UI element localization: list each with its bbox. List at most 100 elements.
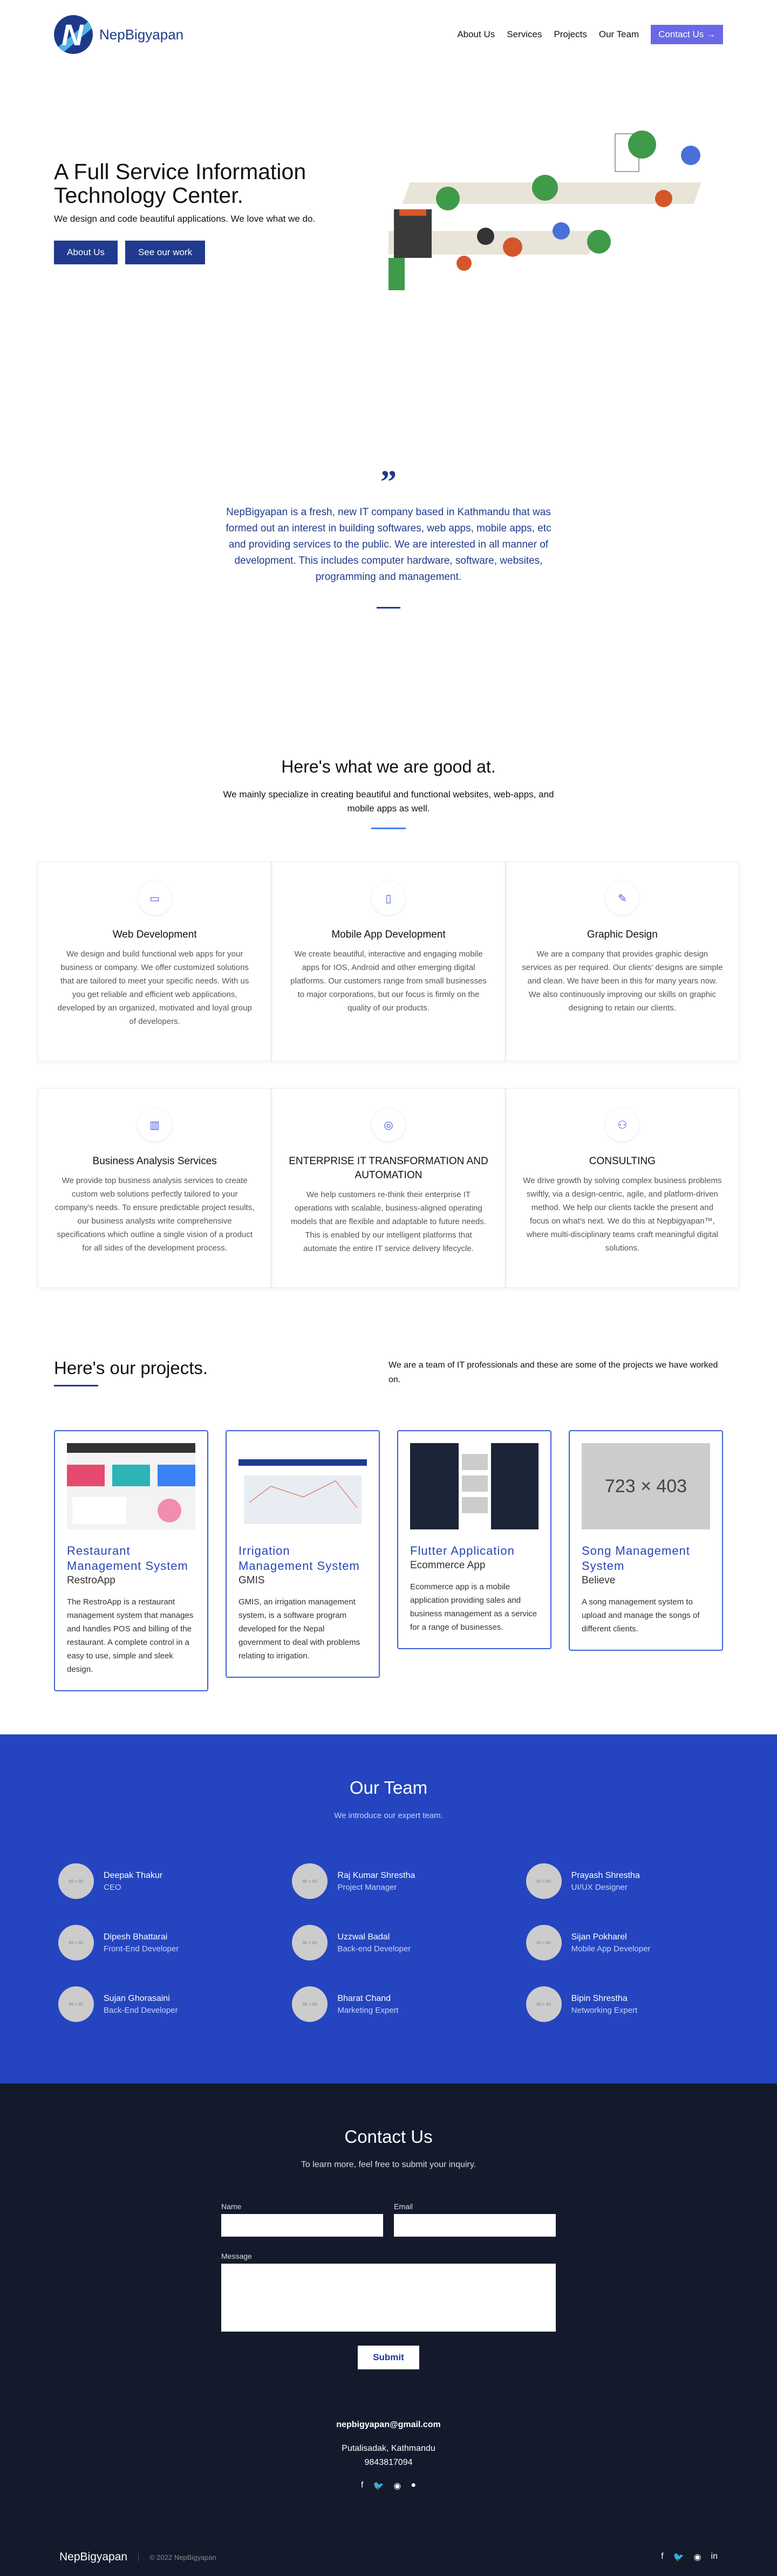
member-name: Deepak Thakur	[104, 1870, 163, 1880]
project-title: Song Management System	[582, 1544, 690, 1573]
team-member: 80 × 80 Uzzwal Badal Back-end Developer	[271, 1925, 505, 1960]
footer-brand[interactable]: NepBigyapan	[59, 2551, 127, 2564]
brand-name: NepBigyapan	[99, 26, 184, 43]
services-grid-row-1: ▭ Web Development We design and build func…	[38, 862, 739, 1061]
contact-form: Name Email Message Submit	[221, 2202, 556, 2369]
office-illustration	[388, 131, 701, 290]
about-us-button[interactable]: About Us	[54, 241, 118, 264]
target-icon: ◎	[371, 1108, 405, 1142]
team-grid: 80 × 80 Deepak Thakur CEO 80 × 80 Raj Kumar…	[38, 1863, 739, 2022]
instagram-icon[interactable]: ◉	[393, 2481, 401, 2491]
service-card: ▯ Mobile App Development We create beautif…	[271, 862, 506, 1061]
service-title: CONSULTING	[589, 1156, 656, 1167]
project-thumbnail	[67, 1443, 195, 1529]
email-field[interactable]	[394, 2214, 556, 2237]
avatar: 80 × 80	[58, 1986, 94, 2022]
project-card[interactable]: 723 × 403 Song Management System Believe…	[569, 1430, 723, 1651]
team-member: 80 × 80 Raj Kumar Shrestha Project Manager	[271, 1863, 505, 1899]
avatar: 80 × 80	[292, 1863, 328, 1899]
team-member: 80 × 80 Prayash Shrestha UI/UX Designer	[506, 1863, 739, 1899]
contact-email[interactable]: nepbigyapan@gmail.com	[0, 2418, 777, 2432]
avatar: 80 × 80	[58, 1863, 94, 1899]
member-role: Back-end Developer	[337, 1944, 411, 1953]
project-card[interactable]: Restaurant Management System RestroApp T…	[54, 1430, 208, 1691]
team-member: 80 × 80 Deepak Thakur CEO	[38, 1863, 271, 1899]
hero-subtitle: We design and code beautiful application…	[54, 214, 316, 224]
nav-team[interactable]: Our Team	[599, 29, 639, 40]
project-text: Ecommerce app is a mobile application pr…	[410, 1582, 537, 1632]
message-label: Message	[221, 2252, 252, 2260]
team-title: Our Team	[349, 1778, 428, 1798]
member-name: Sujan Ghorasaini	[104, 1993, 170, 2003]
project-thumbnail-placeholder: 723 × 403	[582, 1443, 710, 1529]
service-title: Web Development	[112, 929, 197, 940]
name-field[interactable]	[221, 2214, 383, 2237]
twitter-icon[interactable]: 🐦	[373, 2481, 384, 2491]
project-thumbnail	[410, 1443, 539, 1529]
service-text: We help customers re-think their enterpr…	[291, 1190, 486, 1253]
service-text: We create beautiful, interactive and eng…	[290, 949, 487, 1013]
projects-intro: We are a team of IT professionals and th…	[388, 1361, 718, 1384]
logo-icon: N	[54, 15, 93, 54]
member-role: Marketing Expert	[337, 2005, 399, 2015]
chat-icon[interactable]: ●	[411, 2481, 416, 2491]
services-header: Here's what we are good at. We mainly sp…	[0, 757, 777, 829]
member-name: Bipin Shrestha	[571, 1993, 628, 2003]
service-card: ▭ Web Development We design and build func…	[38, 862, 272, 1061]
twitter-icon[interactable]: 🐦	[673, 2552, 684, 2563]
project-cards: Restaurant Management System RestroApp T…	[54, 1430, 723, 1691]
contact-section: Contact Us To learn more, feel free to s…	[0, 2083, 777, 2576]
quote-icon: ”	[380, 464, 397, 500]
project-subtitle: RestroApp	[67, 1575, 115, 1586]
project-title: Flutter Application	[410, 1544, 515, 1557]
member-name: Sijan Pokharel	[571, 1932, 627, 1942]
project-subtitle: GMIS	[238, 1575, 265, 1586]
service-text: We are a company that provides graphic d…	[522, 949, 723, 1013]
project-title: Irrigation Management System	[238, 1544, 360, 1573]
project-title: Restaurant Management System	[67, 1544, 188, 1573]
projects-title: Here's our projects.	[54, 1358, 208, 1378]
contact-address: Putalisadak, Kathmandu	[342, 2444, 435, 2453]
chart-icon: ▥	[138, 1108, 172, 1142]
facebook-icon[interactable]: f	[661, 2552, 663, 2563]
project-subtitle: Believe	[582, 1575, 616, 1586]
project-card[interactable]: Irrigation Management System GMIS GMIS, …	[226, 1430, 380, 1678]
submit-button[interactable]: Submit	[358, 2346, 419, 2369]
member-role: Project Manager	[337, 1882, 397, 1892]
divider	[371, 828, 406, 829]
nav-services[interactable]: Services	[507, 29, 542, 40]
projects-header: Here's our projects. We are a team of IT…	[54, 1358, 723, 1387]
nav-about[interactable]: About Us	[457, 29, 495, 40]
service-text: We drive growth by solving complex busin…	[523, 1176, 722, 1253]
see-our-work-button[interactable]: See our work	[125, 241, 206, 264]
avatar: 80 × 80	[292, 1986, 328, 2022]
service-title: ENTERPRISE IT TRANSFORMATION AND AUTOMAT…	[289, 1156, 488, 1181]
member-name: Prayash Shrestha	[571, 1870, 640, 1880]
member-role: Networking Expert	[571, 2005, 638, 2015]
member-name: Dipesh Bhattarai	[104, 1932, 168, 1942]
member-role: Mobile App Developer	[571, 1944, 651, 1953]
project-text: The RestroApp is a restaurant management…	[67, 1597, 194, 1674]
footer: NepBigyapan © 2022 NepBigyapan f 🐦 ◉ in	[0, 2538, 777, 2576]
nav-projects[interactable]: Projects	[554, 29, 587, 40]
project-subtitle: Ecommerce App	[410, 1560, 486, 1571]
project-card[interactable]: Flutter Application Ecommerce App Ecomme…	[397, 1430, 551, 1649]
top-nav: N NepBigyapan About Us Services Projects…	[54, 0, 723, 69]
instagram-icon[interactable]: ◉	[694, 2552, 701, 2563]
member-name: Uzzwal Badal	[337, 1932, 390, 1942]
brand-logo[interactable]: N NepBigyapan	[54, 15, 183, 54]
linkedin-icon[interactable]: in	[711, 2552, 718, 2563]
team-member: 80 × 80 Bipin Shrestha Networking Expert	[506, 1986, 739, 2022]
team-icon: ⚇	[605, 1108, 639, 1142]
services-grid-row-2: ▥ Business Analysis Services We provide to…	[38, 1088, 739, 1288]
member-name: Raj Kumar Shrestha	[337, 1870, 415, 1880]
service-card: ✎ Graphic Design We are a company that pro…	[505, 862, 739, 1061]
service-card: ◎ ENTERPRISE IT TRANSFORMATION AND AUTOMA…	[271, 1088, 506, 1288]
contact-us-button[interactable]: Contact Us →	[651, 25, 723, 44]
service-title: Graphic Design	[587, 929, 658, 940]
avatar: 80 × 80	[526, 1863, 562, 1899]
about-text: NepBigyapan is a fresh, new IT company b…	[226, 507, 551, 583]
service-text: We design and build functional web apps …	[57, 949, 252, 1026]
facebook-icon[interactable]: f	[361, 2481, 363, 2491]
message-field[interactable]	[221, 2264, 556, 2332]
